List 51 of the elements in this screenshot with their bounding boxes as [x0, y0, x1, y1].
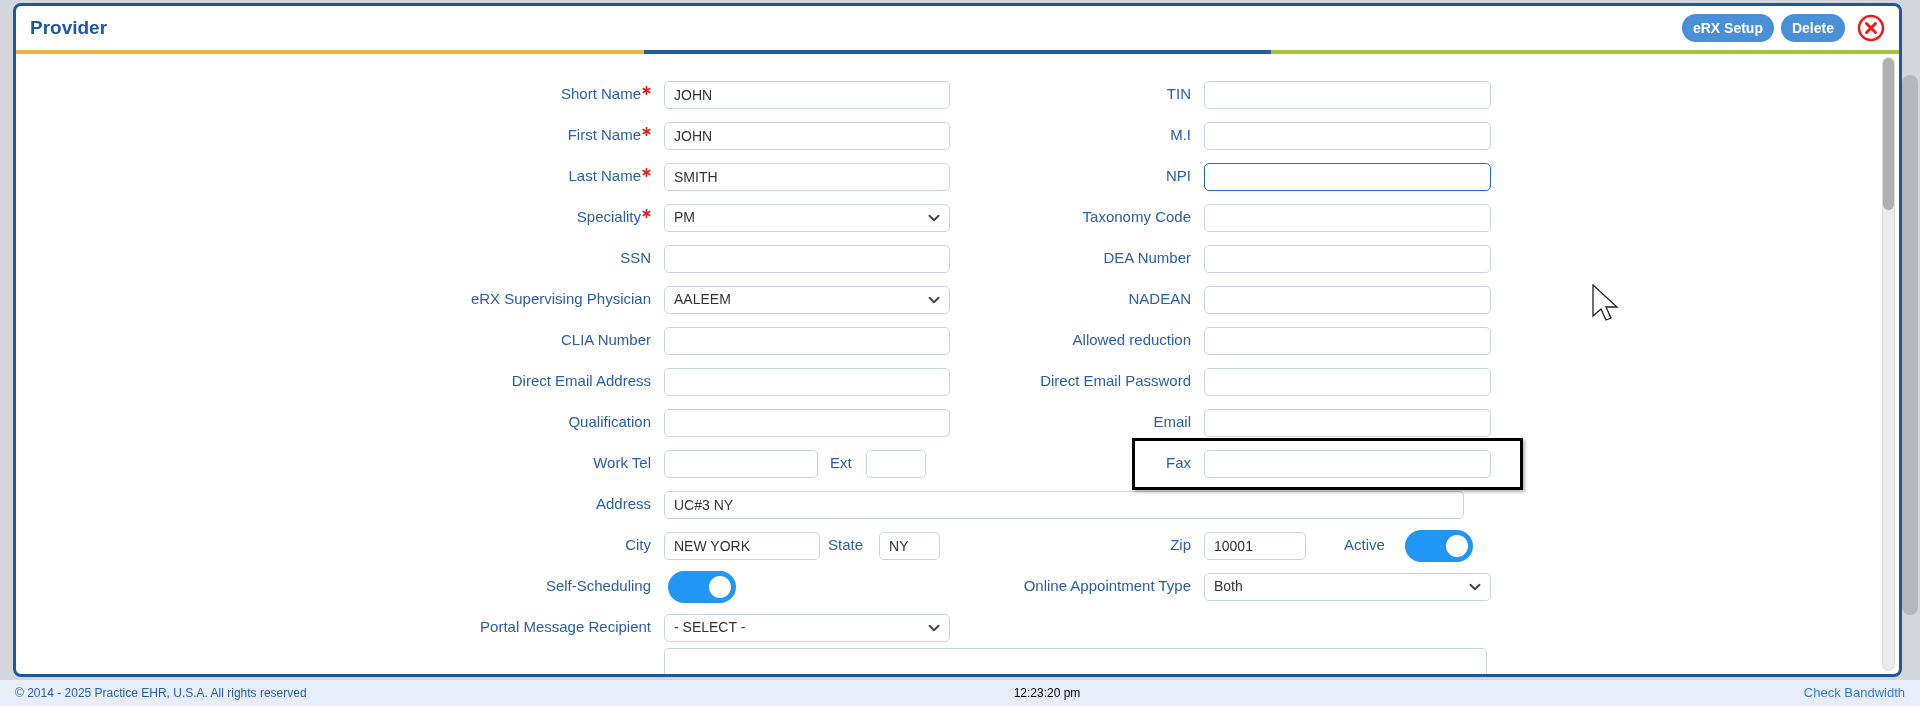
scrollbar[interactable] — [1882, 57, 1895, 671]
text-field[interactable]: NY — [879, 531, 941, 560]
field-label: Speciality — [576, 207, 641, 228]
toggle-switch[interactable] — [1404, 529, 1473, 562]
copyright-text: © 2014 - 2025 Practice EHR, U.S.A. All rights reserved — [15, 685, 308, 702]
field-label: NADEAN — [1128, 289, 1191, 310]
field-label: Active — [1344, 535, 1385, 556]
field-label: Portal Message Recipient — [480, 617, 651, 638]
text-field[interactable]: NEW YORK — [664, 531, 820, 560]
page-scrollbar[interactable] — [1902, 75, 1918, 615]
text-field[interactable]: UC#3 NY — [664, 490, 1464, 519]
select-field[interactable]: PM — [664, 203, 950, 232]
select-field[interactable]: Both — [1204, 572, 1491, 601]
field-label: SSN — [620, 248, 651, 269]
field-label: Qualification — [568, 412, 651, 433]
text-field[interactable]: SMITH — [664, 162, 950, 191]
field-label: Direct Email Password — [1040, 371, 1191, 392]
select-field[interactable]: - SELECT - — [664, 613, 950, 642]
field-label: Zip — [1170, 535, 1191, 556]
text-field[interactable]: JOHN — [664, 121, 950, 150]
scrollbar-thumb[interactable] — [1883, 58, 1894, 210]
field-label: City — [625, 535, 651, 556]
field-label: Work Tel — [593, 453, 651, 474]
field-label: TIN — [1166, 84, 1191, 105]
field-label: Short Name — [560, 84, 641, 105]
field-label: Online Appointment Type — [1023, 576, 1191, 597]
field-label: NPI — [1166, 166, 1191, 187]
dialog-title: Provider — [30, 15, 108, 40]
close-icon[interactable] — [1857, 14, 1885, 42]
select-field[interactable]: AALEEM — [664, 285, 950, 314]
clock-text: 12:23:20 pm — [1013, 685, 1081, 702]
field-label: CLIA Number — [560, 330, 651, 351]
field-label: Address — [595, 494, 651, 515]
field-label: Ext — [830, 453, 852, 474]
field-label: Fax — [1166, 453, 1191, 474]
field-label: Email — [1153, 412, 1191, 433]
text-field[interactable]: 10001 — [1204, 531, 1306, 560]
field-label: M.I — [1170, 125, 1191, 146]
field-label: Self-Scheduling — [545, 576, 651, 597]
field-label: State — [828, 535, 864, 556]
field-label: DEA Number — [1103, 248, 1191, 269]
text-field[interactable]: JOHN — [664, 80, 950, 109]
field-label: Direct Email Address — [511, 371, 651, 392]
check-bandwidth-link[interactable]: Check Bandwidth — [1803, 683, 1905, 703]
field-label: Taxonomy Code — [1082, 207, 1191, 228]
text-field[interactable] — [1204, 162, 1491, 191]
field-label: First Name — [567, 125, 641, 146]
field-label: Last Name — [568, 166, 641, 187]
field-label: Allowed reduction — [1072, 330, 1191, 351]
toggle-switch[interactable] — [668, 570, 736, 603]
field-label: eRX Supervising Physician — [470, 289, 651, 310]
